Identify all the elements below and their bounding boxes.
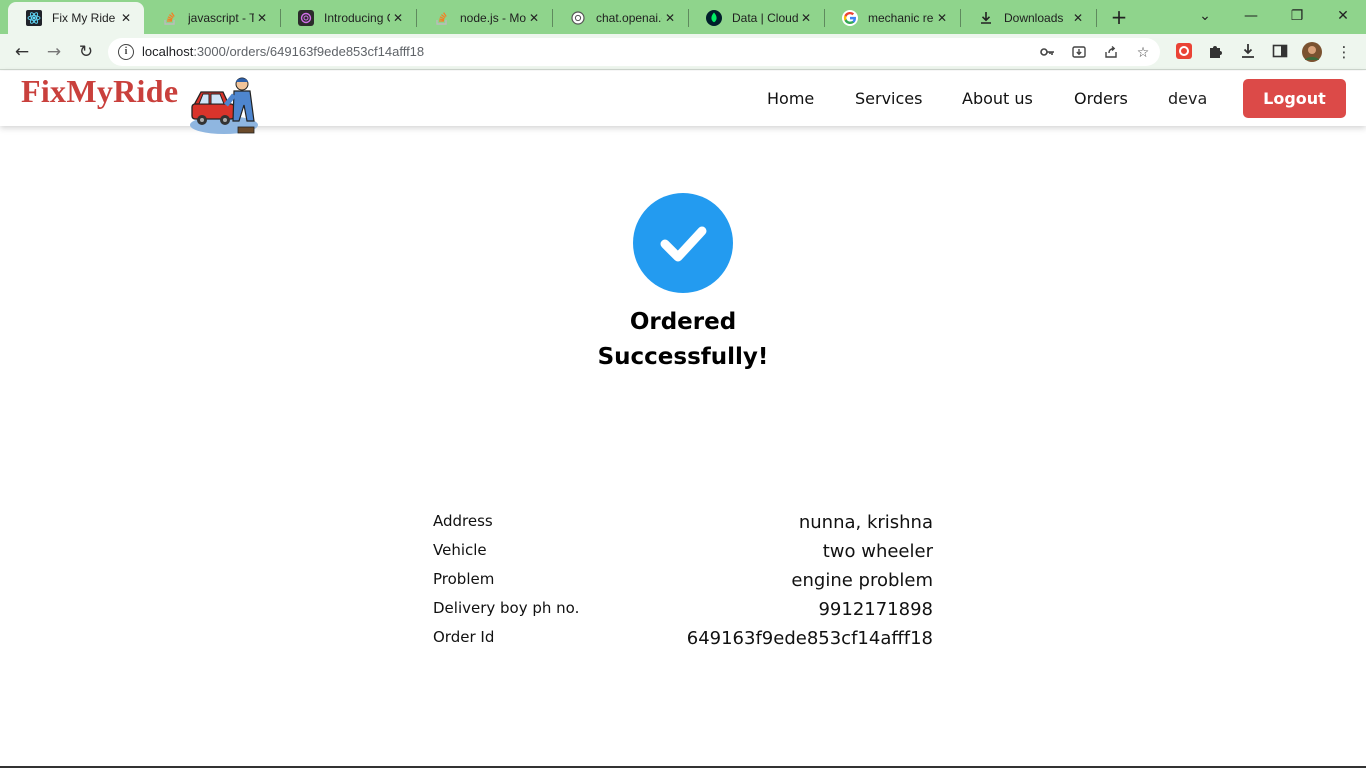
url-text[interactable]: localhost:3000/orders/649163f9ede853cf14… xyxy=(142,44,424,59)
browser-toolbar: ← → ↻ i localhost:3000/orders/649163f9ed… xyxy=(0,34,1366,70)
tab-title: chat.openai.c xyxy=(596,11,662,25)
extension-red-icon[interactable] xyxy=(1174,42,1194,62)
bookmark-star-icon[interactable]: ☆ xyxy=(1134,44,1152,62)
new-tab-button[interactable]: + xyxy=(1108,6,1130,28)
detail-value: nunna, krishna xyxy=(798,512,933,533)
nav-orders[interactable]: Orders xyxy=(1074,89,1128,108)
openai-icon xyxy=(298,10,314,26)
detail-value: engine problem xyxy=(791,570,933,591)
reload-icon[interactable]: ↻ xyxy=(74,40,98,64)
close-window-button[interactable]: ✕ xyxy=(1328,4,1358,28)
minimize-button[interactable]: — xyxy=(1236,4,1266,28)
back-arrow-icon[interactable]: ← xyxy=(10,40,34,64)
close-icon[interactable]: ✕ xyxy=(254,11,270,25)
order-details: Address nunna, krishna Vehicle two wheel… xyxy=(433,508,933,653)
tab-chat-openai[interactable]: chat.openai.c ✕ xyxy=(552,2,688,34)
url-host: localhost xyxy=(142,44,194,59)
detail-value: 9912171898 xyxy=(818,599,933,620)
nav-about-us[interactable]: About us xyxy=(962,89,1033,108)
tab-data-cloud[interactable]: Data | Cloud ✕ xyxy=(688,2,824,34)
detail-label: Address xyxy=(433,512,493,530)
detail-label: Vehicle xyxy=(433,541,487,559)
detail-row-delivery-phone: Delivery boy ph no. 9912171898 xyxy=(433,595,933,624)
success-check-icon xyxy=(633,193,733,293)
site-info-icon[interactable]: i xyxy=(118,44,134,60)
detail-label: Delivery boy ph no. xyxy=(433,599,580,617)
profile-avatar[interactable] xyxy=(1302,42,1322,62)
mechanic-car-logo-icon xyxy=(190,75,260,137)
extensions-puzzle-icon[interactable] xyxy=(1206,42,1226,62)
detail-row-order-id: Order Id 649163f9ede853cf14afff18 xyxy=(433,624,933,653)
close-icon[interactable]: ✕ xyxy=(390,11,406,25)
logout-button[interactable]: Logout xyxy=(1243,79,1346,118)
tab-separator xyxy=(1096,9,1097,27)
site-navbar: FixMyRide Home Services About us Orders … xyxy=(0,71,1366,134)
tab-title: mechanic real xyxy=(868,11,934,25)
stackoverflow-icon xyxy=(162,10,178,26)
forward-arrow-icon[interactable]: → xyxy=(42,40,66,64)
detail-row-problem: Problem engine problem xyxy=(433,566,933,595)
close-icon[interactable]: ✕ xyxy=(1070,11,1086,25)
stackoverflow-icon xyxy=(434,10,450,26)
close-icon[interactable]: ✕ xyxy=(934,11,950,25)
tab-title: Downloads xyxy=(1004,11,1064,25)
tab-title: javascript - Ty xyxy=(188,11,254,25)
title-line-2: Successfully! xyxy=(597,344,769,370)
share-icon[interactable] xyxy=(1102,44,1120,62)
tab-title: Fix My Ride xyxy=(52,11,116,25)
browser-tab-strip: Fix My Ride ✕ javascript - Ty ✕ Introduc… xyxy=(0,0,1366,34)
side-panel-icon[interactable] xyxy=(1270,42,1290,62)
mongodb-icon xyxy=(706,10,722,26)
detail-label: Problem xyxy=(433,570,495,588)
downloads-icon[interactable] xyxy=(1238,42,1258,62)
tab-title: Data | Cloud xyxy=(732,11,798,25)
close-icon[interactable]: ✕ xyxy=(798,11,814,25)
close-icon[interactable]: ✕ xyxy=(526,11,542,25)
react-icon xyxy=(26,10,42,26)
detail-value: 649163f9ede853cf14afff18 xyxy=(686,628,933,649)
google-icon xyxy=(842,10,858,26)
close-icon[interactable]: ✕ xyxy=(662,11,678,25)
url-path: :3000/orders/649163f9ede853cf14afff18 xyxy=(193,44,425,59)
tab-title: Introducing C xyxy=(324,11,390,25)
site-logo[interactable]: FixMyRide xyxy=(21,73,178,110)
install-app-icon[interactable] xyxy=(1070,44,1088,62)
detail-row-vehicle: Vehicle two wheeler xyxy=(433,537,933,566)
tab-downloads[interactable]: Downloads ✕ xyxy=(960,2,1096,34)
detail-label: Order Id xyxy=(433,628,495,646)
close-icon[interactable]: ✕ xyxy=(118,11,134,25)
tab-mechanic-real[interactable]: mechanic real ✕ xyxy=(824,2,960,34)
download-icon xyxy=(978,10,994,26)
nav-services[interactable]: Services xyxy=(855,89,922,108)
nav-home[interactable]: Home xyxy=(767,89,814,108)
detail-row-address: Address nunna, krishna xyxy=(433,508,933,537)
tab-fix-my-ride[interactable]: Fix My Ride ✕ xyxy=(8,2,144,34)
browser-menu-icon[interactable]: ⋮ xyxy=(1334,42,1354,62)
nav-username[interactable]: deva xyxy=(1168,89,1207,108)
order-success-title: Ordered Successfully! xyxy=(558,305,808,375)
tab-introducing[interactable]: Introducing C ✕ xyxy=(280,2,416,34)
restore-button[interactable]: ❐ xyxy=(1282,4,1312,28)
title-line-1: Ordered xyxy=(629,309,737,335)
tab-nodejs[interactable]: node.js - Mor ✕ xyxy=(416,2,552,34)
openai-icon xyxy=(570,10,586,26)
tab-javascript[interactable]: javascript - Ty ✕ xyxy=(144,2,280,34)
address-bar[interactable]: i localhost:3000/orders/649163f9ede853cf… xyxy=(108,38,1160,66)
tab-search-chevron-icon[interactable]: ⌄ xyxy=(1190,4,1220,28)
tab-title: node.js - Mor xyxy=(460,11,526,25)
detail-value: two wheeler xyxy=(822,541,933,562)
key-icon[interactable] xyxy=(1038,44,1056,62)
